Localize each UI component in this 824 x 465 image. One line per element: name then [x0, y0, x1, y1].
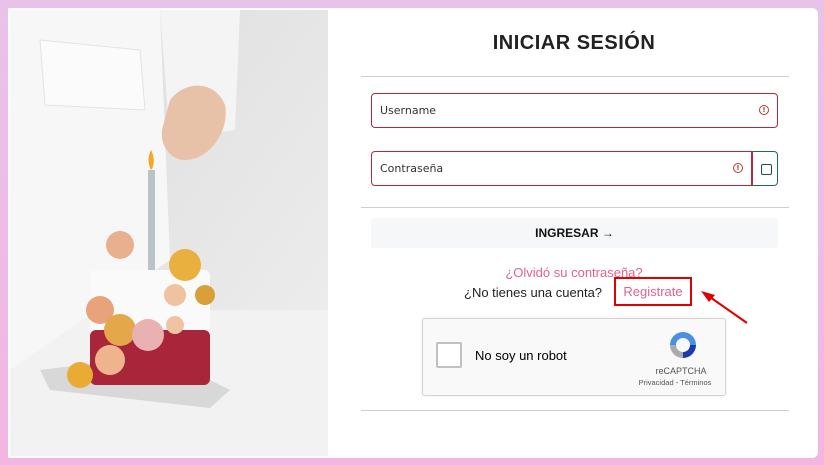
recaptcha-label: No soy un robot [475, 348, 567, 363]
login-form: INICIAR SESIÓN ! ! INGRESAR → ¿Olvidó su… [330, 8, 818, 458]
recaptcha-checkbox[interactable] [436, 342, 462, 368]
checkbox-icon [761, 164, 772, 175]
no-account-text: ¿No tienes una cuenta? [464, 285, 603, 300]
exclamation-circle-icon: ! [759, 105, 769, 115]
submit-label: INGRESAR [535, 226, 599, 240]
divider [361, 410, 789, 411]
cake-photo [8, 8, 330, 458]
recaptcha-widget: No soy un robot reCAPTCHA Privacidad - T… [422, 318, 726, 396]
page-title: INICIAR SESIÓN [492, 32, 656, 54]
show-password-toggle[interactable] [752, 151, 778, 186]
recaptcha-terms[interactable]: Privacidad - Términos [627, 378, 723, 387]
login-card: INICIAR SESIÓN ! ! INGRESAR → ¿Olvidó su… [8, 8, 818, 458]
register-link[interactable]: Registrate [614, 277, 692, 306]
submit-button[interactable]: INGRESAR → [371, 218, 778, 248]
forgot-password-link[interactable]: ¿Olvidó su contraseña? [330, 265, 818, 280]
recaptcha-brand: reCAPTCHA [655, 366, 707, 376]
divider [361, 207, 789, 208]
divider [361, 76, 789, 77]
username-input[interactable] [372, 94, 777, 127]
password-input[interactable] [372, 152, 751, 185]
exclamation-circle-icon: ! [733, 163, 743, 173]
password-field[interactable]: ! [371, 151, 752, 186]
recaptcha-logo-icon [670, 332, 696, 358]
username-field[interactable]: ! [371, 93, 778, 128]
arrow-right-icon: → [601, 226, 614, 240]
